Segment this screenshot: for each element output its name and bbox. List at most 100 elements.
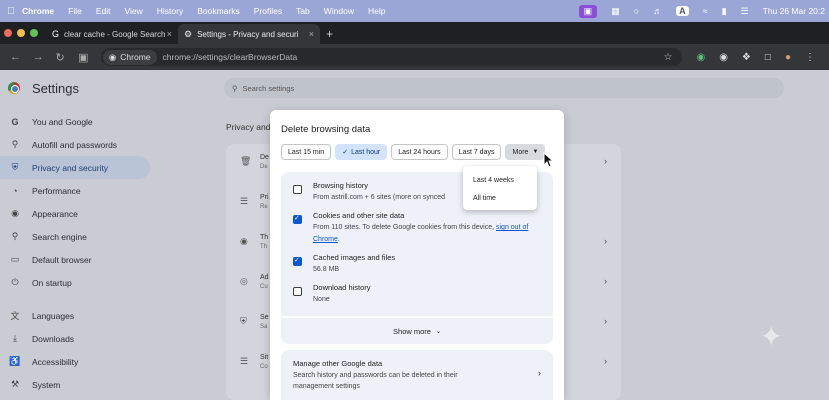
close-tab-icon[interactable]: ×: [167, 29, 172, 39]
forward-arrow-icon[interactable]: →: [33, 51, 46, 63]
bookmark-star-icon[interactable]: ☆: [663, 52, 672, 63]
browsing-history-checkbox[interactable]: [293, 185, 302, 194]
chevron-right-icon: ›: [604, 236, 607, 246]
option-desc-text: From astrill.com + 6 sites (more on sync…: [313, 194, 446, 201]
volume-icon[interactable]: ♬: [653, 6, 662, 16]
shield-icon: ⛨: [11, 162, 19, 172]
row-title: De: [260, 154, 269, 161]
extension-shield-icon[interactable]: ◉: [719, 52, 728, 63]
row-title: Pri: [260, 194, 269, 201]
option-desc: None: [313, 294, 543, 306]
chip-last-15-min[interactable]: Last 15 min: [281, 144, 332, 160]
input-source-icon[interactable]: A: [676, 6, 689, 16]
search-icon: ⚲: [232, 83, 238, 93]
power-icon: ⏻: [11, 277, 19, 287]
menu-item-last-4-weeks[interactable]: Last 4 weeks: [463, 171, 537, 189]
download-icon: ⤓: [13, 333, 17, 343]
url-text[interactable]: chrome://settings/clearBrowserData: [163, 52, 664, 62]
menu-view[interactable]: View: [124, 6, 142, 16]
menu-edit[interactable]: Edit: [96, 6, 111, 16]
menubar-clock[interactable]: Thu 26 Mar 20:2: [763, 6, 825, 16]
tab-google-search[interactable]: G clear cache - Google Search ×: [46, 24, 178, 44]
sidebar-item-label: Autofill and passwords: [32, 139, 118, 150]
tab-title: clear cache - Google Search: [64, 29, 166, 39]
show-more-button[interactable]: Show more ⌄: [281, 318, 553, 344]
sidebar-item-downloads[interactable]: ⤓ Downloads: [0, 327, 150, 350]
option-desc-end: .: [337, 236, 340, 243]
chevron-right-icon: ›: [604, 316, 607, 326]
sidebar-item-system[interactable]: ⚒ System: [0, 373, 150, 396]
back-arrow-icon[interactable]: ←: [10, 51, 23, 63]
sidebar-item-search-engine[interactable]: ⚲ Search engine: [0, 225, 150, 248]
sidebar-item-autofill[interactable]: ⚲ Autofill and passwords: [0, 133, 150, 156]
macos-menubar:  Chrome File Edit View History Bookmark…: [0, 0, 829, 22]
menu-bookmarks[interactable]: Bookmarks: [197, 6, 240, 16]
menu-history[interactable]: History: [157, 6, 183, 16]
cached-images-checkbox[interactable]: [293, 256, 302, 266]
sidebar-item-performance[interactable]: ◔ Performance: [0, 179, 150, 202]
tab-title: Settings - Privacy and securi: [197, 29, 299, 39]
sidebar-item-appearance[interactable]: ◉ Appearance: [0, 202, 150, 225]
more-menu-icon[interactable]: ⋮: [805, 52, 815, 63]
close-tab-icon[interactable]: ×: [309, 29, 314, 39]
caret-down-icon: ▼: [532, 149, 539, 155]
sidebar-item-you-and-google[interactable]: G You and Google: [0, 110, 150, 133]
toolbar-extensions: ◉ ◉ ❖ □ ● ⋮: [696, 52, 829, 63]
close-window-button[interactable]: [4, 29, 12, 37]
sidebar-item-privacy[interactable]: ⛨ Privacy and security: [0, 156, 150, 179]
row-title: Ad: [260, 274, 269, 281]
sidebar-item-label: Appearance: [32, 208, 78, 219]
sidepanel-icon[interactable]: □: [765, 52, 771, 63]
menu-app-name[interactable]: Chrome: [22, 6, 54, 16]
battery-icon[interactable]: ▮: [722, 6, 727, 17]
cookies-checkbox[interactable]: [293, 214, 302, 224]
site-info-chip[interactable]: ◉ Chrome: [102, 49, 157, 65]
minimize-window-button[interactable]: [17, 29, 25, 37]
sidebar-item-label: System: [32, 379, 61, 390]
chip-label: Last hour: [351, 148, 381, 156]
show-more-label: Show more: [393, 326, 431, 336]
chip-last-24-hours[interactable]: Last 24 hours: [391, 144, 448, 160]
option-title: Cached images and files: [313, 253, 396, 262]
tab-settings[interactable]: ⚙ Settings - Privacy and securi ×: [178, 24, 320, 44]
sidebar-item-accessibility[interactable]: ♿ Accessibility: [0, 350, 150, 373]
wifi-icon[interactable]: ≈: [703, 6, 708, 16]
sidebar-item-label: Default browser: [32, 254, 92, 265]
control-center-icon[interactable]: ☰: [741, 6, 749, 17]
sidebar-item-on-startup[interactable]: ⏻ On startup: [0, 271, 150, 294]
menu-profiles[interactable]: Profiles: [254, 6, 282, 16]
menu-tab[interactable]: Tab: [296, 6, 310, 16]
extension-green-icon[interactable]: ◉: [696, 52, 705, 63]
profile-avatar[interactable]: ●: [785, 52, 791, 63]
menu-window[interactable]: Window: [324, 6, 354, 16]
manage-google-data-row[interactable]: Manage other Google data Search history …: [281, 350, 553, 400]
reload-icon[interactable]: ↻: [55, 51, 68, 64]
search-settings-input[interactable]: ⚲ Search settings: [224, 78, 784, 98]
sidebar-item-languages[interactable]: 文 Languages: [0, 304, 150, 327]
grid-icon[interactable]: ▦: [611, 6, 620, 17]
new-tab-button[interactable]: +: [326, 24, 333, 44]
chip-last-hour[interactable]: ✓ Last hour: [335, 144, 388, 160]
tab-search-icon[interactable]: ▣: [78, 51, 91, 64]
menu-file[interactable]: File: [68, 6, 82, 16]
sidebar-item-label: Downloads: [32, 333, 75, 344]
address-bar[interactable]: ◉ Chrome chrome://settings/clearBrowserDa…: [100, 48, 683, 66]
option-desc: 56.8 MB: [313, 264, 543, 276]
google-g-icon: G: [11, 116, 19, 127]
row-title: Sit: [260, 354, 269, 361]
chip-more[interactable]: More ▼: [505, 144, 546, 160]
extensions-puzzle-icon[interactable]: ❖: [742, 52, 751, 63]
download-history-checkbox[interactable]: [293, 287, 302, 296]
chip-last-7-days[interactable]: Last 7 days: [451, 144, 502, 160]
apple-menu-icon[interactable]: : [0, 6, 22, 17]
menu-item-all-time[interactable]: All time: [463, 189, 537, 207]
option-desc-text: None: [313, 296, 330, 303]
sidebar-item-label: Search engine: [32, 231, 87, 242]
browser-icon: ▭: [10, 254, 20, 264]
zoom-window-button[interactable]: [30, 29, 38, 37]
sidebar-item-default-browser[interactable]: ▭ Default browser: [0, 248, 150, 271]
screen-record-icon[interactable]: ▣: [578, 4, 598, 18]
option-desc-text: From 110 sites. To delete Google cookies…: [313, 224, 496, 231]
headphones-icon[interactable]: ○: [634, 6, 639, 16]
menu-help[interactable]: Help: [368, 6, 385, 16]
